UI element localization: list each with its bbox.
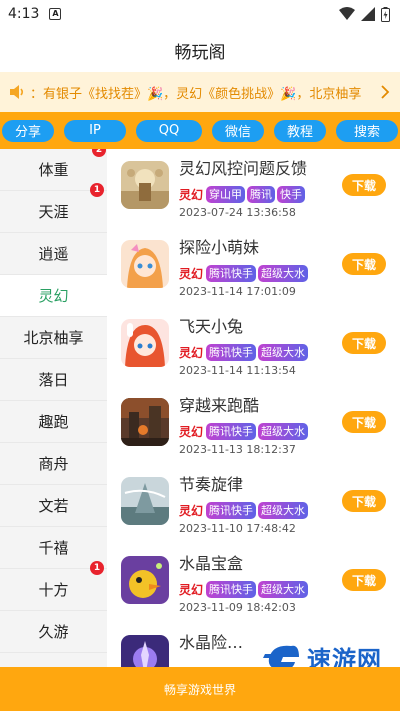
footer-bar: 畅享游戏世界 (0, 667, 400, 711)
sidebar-item-linghuan[interactable]: 灵幻 (0, 275, 107, 317)
tab-wechat[interactable]: 微信 (212, 119, 264, 142)
unread-badge: 1 (90, 561, 104, 575)
game-tag: 超级大水 (258, 501, 309, 519)
game-tag: 腾讯快手 (206, 580, 257, 598)
game-thumbnail (121, 319, 169, 367)
game-list: 灵幻风控问题反馈 灵幻 穿山甲 腾讯 快手 2023-07-24 13:36:5… (107, 149, 400, 667)
game-category: 灵幻 (179, 187, 204, 202)
sidebar-item-label: 落日 (38, 371, 69, 389)
sidebar-item-xiaoyao[interactable]: 逍遥 (0, 233, 107, 275)
game-thumbnail (121, 556, 169, 604)
game-thumbnail (121, 161, 169, 209)
sidebar-item-label: 十方 (38, 581, 69, 599)
status-time: 4:13 (8, 6, 40, 22)
a-notification-icon: A (49, 8, 62, 20)
speaker-icon (10, 85, 24, 99)
download-button[interactable]: 下载 (342, 490, 386, 512)
game-date: 2023-11-14 11:13:54 (179, 364, 296, 377)
list-item[interactable]: 灵幻风控问题反馈 灵幻 穿山甲 腾讯 快手 2023-07-24 13:36:5… (107, 149, 400, 228)
game-thumbnail (121, 240, 169, 288)
download-button[interactable]: 下载 (342, 253, 386, 275)
tab-share[interactable]: 分享 (2, 119, 54, 142)
sidebar-item-wenruo[interactable]: 文若 (0, 485, 107, 527)
game-category: 灵幻 (179, 266, 204, 281)
game-tag: 穿山甲 (206, 185, 246, 203)
sidebar: 体重 2 天涯 1 逍遥 灵幻 北京柚享 落日 趣跑 商舟 文若 千禧 十方 1… (0, 149, 107, 667)
sidebar-item-qupao[interactable]: 趣跑 (0, 401, 107, 443)
download-button[interactable]: 下载 (342, 569, 386, 591)
game-tag: 腾讯快手 (206, 264, 257, 282)
sidebar-item-label: 逍遥 (38, 245, 69, 263)
sidebar-item-label: 商舟 (38, 455, 69, 473)
game-thumbnail (121, 477, 169, 525)
sidebar-item-label: 北京柚享 (23, 329, 84, 347)
footer-text: 畅享游戏世界 (163, 682, 236, 697)
page-title: 畅玩阁 (174, 42, 226, 63)
unread-badge: 2 (92, 149, 106, 157)
sidebar-item-label: 文若 (38, 497, 69, 515)
game-tag: 超级大水 (258, 580, 309, 598)
sidebar-item-tianya[interactable]: 天涯 1 (0, 183, 107, 233)
list-item[interactable]: 探险小萌妹 灵幻 腾讯快手 超级大水 2023-11-14 17:01:09 下… (107, 228, 400, 307)
game-tag: 腾讯 (247, 185, 276, 203)
game-tag: 超级大水 (258, 264, 309, 282)
download-button[interactable]: 下载 (342, 174, 386, 196)
chevron-right-icon[interactable] (376, 83, 394, 101)
list-item[interactable]: 飞天小兔 灵幻 腾讯快手 超级大水 2023-11-14 11:13:54 下载 (107, 307, 400, 386)
game-category: 灵幻 (179, 424, 204, 439)
sidebar-item-shifang[interactable]: 十方 1 (0, 561, 107, 611)
game-date: 2023-11-14 17:01:09 (179, 285, 296, 298)
wifi-icon (339, 7, 355, 20)
download-button[interactable]: 下载 (342, 332, 386, 354)
sidebar-item-label: 久游 (38, 623, 69, 641)
game-thumbnail (121, 398, 169, 446)
sidebar-item-label: 趣跑 (38, 413, 69, 431)
game-category: 灵幻 (179, 503, 204, 518)
game-date: 2023-07-24 13:36:58 (179, 206, 296, 219)
sidebar-item-label: 体重 (38, 161, 69, 179)
game-category: 灵幻 (179, 345, 204, 360)
tab-ip[interactable]: IP (64, 119, 126, 142)
game-date: 2023-11-09 18:42:03 (179, 601, 296, 614)
sidebar-item-jiuyou[interactable]: 久游 (0, 611, 107, 653)
download-button[interactable]: 下载 (342, 411, 386, 433)
unread-badge: 1 (90, 183, 104, 197)
game-tag: 腾讯快手 (206, 343, 257, 361)
sidebar-item-shangzhou[interactable]: 商舟 (0, 443, 107, 485)
game-tag: 腾讯快手 (206, 422, 257, 440)
sidebar-item-label: 灵幻 (38, 287, 69, 305)
signal-icon (361, 7, 375, 21)
sidebar-item-beijing-youxiang[interactable]: 北京柚享 (0, 317, 107, 359)
sidebar-item-label: 千禧 (38, 539, 69, 557)
list-item[interactable]: 水晶宝盒 灵幻 腾讯快手 超级大水 2023-11-09 18:42:03 下载 (107, 544, 400, 623)
list-item[interactable]: 节奏旋律 灵幻 腾讯快手 超级大水 2023-11-10 17:48:42 下载 (107, 465, 400, 544)
sidebar-item-label: 天涯 (38, 203, 69, 221)
notice-bar[interactable]: ：有银子《找找茬》🎉，灵幻《颜色挑战》🎉，北京柚享 (0, 72, 400, 112)
game-tag: 超级大水 (258, 343, 309, 361)
sidebar-item-luori[interactable]: 落日 (0, 359, 107, 401)
main-content: 体重 2 天涯 1 逍遥 灵幻 北京柚享 落日 趣跑 商舟 文若 千禧 十方 1… (0, 149, 400, 667)
tab-search[interactable]: 搜索 (336, 119, 398, 142)
list-item[interactable]: 穿越来跑酷 灵幻 腾讯快手 超级大水 2023-11-13 18:12:37 下… (107, 386, 400, 465)
game-date: 2023-11-10 17:48:42 (179, 522, 296, 535)
notice-text: ：有银子《找找茬》🎉，灵幻《颜色挑战》🎉，北京柚享 (30, 86, 362, 102)
game-tag: 腾讯快手 (206, 501, 257, 519)
tab-tutorial[interactable]: 教程 (274, 119, 326, 142)
title-bar: 畅玩阁 (0, 28, 400, 72)
game-tag: 超级大水 (258, 422, 309, 440)
tab-qq[interactable]: QQ (136, 119, 202, 142)
game-tag: 快手 (277, 185, 306, 203)
game-category: 灵幻 (179, 582, 204, 597)
tab-bar: 分享 IP QQ 微信 教程 搜索 (0, 112, 400, 149)
game-date: 2023-11-13 18:12:37 (179, 443, 296, 456)
battery-icon (381, 6, 390, 22)
status-bar: 4:13 A (0, 0, 400, 28)
game-thumbnail (121, 635, 169, 667)
